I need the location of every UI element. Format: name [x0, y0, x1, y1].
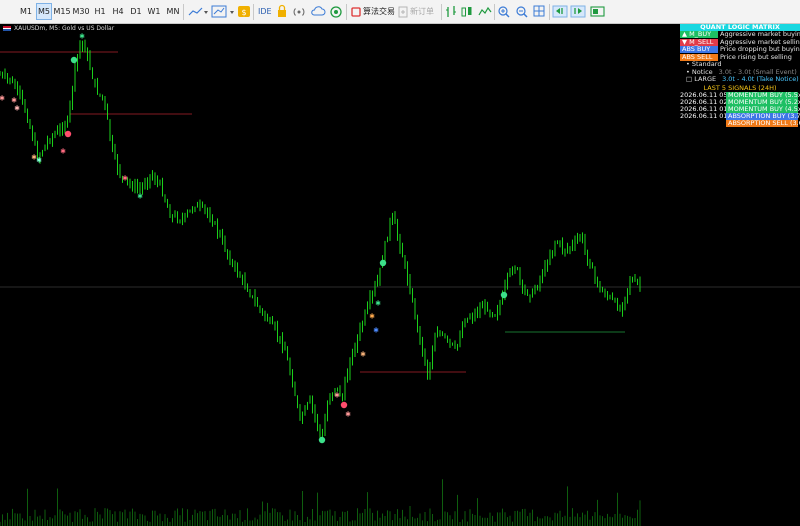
- bar-chart-icon[interactable]: [444, 3, 458, 20]
- toolbar-separator: [253, 4, 254, 20]
- signal-marker-cross: ✱: [122, 175, 128, 183]
- auto-scroll-icon[interactable]: [552, 3, 568, 20]
- timeframe-h4-button[interactable]: H4: [110, 3, 126, 20]
- signal-marker-cross: ✱: [373, 327, 379, 335]
- signal-marker-cross: ✱: [360, 351, 366, 359]
- signal-broadcast-icon[interactable]: [292, 3, 306, 20]
- chart-symbol-label: XAUUSDm, M5: Gold vs US Dollar: [3, 25, 114, 32]
- size-range: 3.0t - 4.0t (Take Notice): [722, 75, 799, 83]
- lock-icon[interactable]: [275, 3, 289, 20]
- legend-row: ABS SELL Price rising but selling: [680, 53, 800, 62]
- signal-marker-cross: ✱: [11, 97, 17, 105]
- symbol-text: XAUUSDm, M5: Gold vs US Dollar: [14, 25, 115, 32]
- algo-trading-stop-icon[interactable]: [350, 3, 362, 20]
- chart-type-line-icon[interactable]: [187, 3, 209, 20]
- signals-dollar-icon[interactable]: $: [237, 3, 251, 20]
- trading-terminal: M1 M5 M15 M30 H1 H4 D1 W1 MN $ IDE 算法交易 …: [0, 0, 800, 526]
- signal-marker-cross: ✱: [79, 33, 85, 41]
- size-name: □ LARGE: [686, 75, 717, 83]
- legend-tag: ABS SELL: [680, 53, 718, 61]
- toolbar-separator: [549, 4, 550, 20]
- legend-tag: ABS BUY: [680, 46, 718, 53]
- line-chart-icon[interactable]: [477, 3, 493, 20]
- legend-row: ▲ M_BUY Aggressive market buying: [680, 31, 800, 39]
- size-row: □ LARGE 3.0t - 4.0t (Take Notice): [680, 75, 800, 84]
- signal-label: ABSORPTION SELL (3.6x): [726, 119, 800, 127]
- template-icon[interactable]: [210, 3, 236, 20]
- signal-marker-dot: [70, 56, 78, 64]
- timeframe-m1-button[interactable]: M1: [17, 3, 35, 20]
- timeframe-h1-button[interactable]: H1: [92, 3, 108, 20]
- signal-marker-dot: [379, 259, 387, 267]
- algo-trading-button[interactable]: 算法交易: [363, 3, 395, 20]
- chart-toolbar: M1 M5 M15 M30 H1 H4 D1 W1 MN $ IDE 算法交易 …: [0, 0, 800, 24]
- size-legend: • Standard • Notice 3.0t - 3.0t (Small Eve…: [680, 60, 800, 84]
- signal-marker-cross: ✱: [369, 313, 375, 321]
- signal-marker-dot: [64, 130, 72, 138]
- vps-icon[interactable]: [329, 3, 343, 20]
- toolbar-separator: [346, 4, 347, 20]
- toolbar-separator: [183, 4, 184, 20]
- toolbar-separator: [494, 4, 495, 20]
- screenshot-icon[interactable]: [590, 3, 606, 20]
- panel-title: QUANT LOGIC MATRIX: [680, 24, 800, 31]
- new-order-icon[interactable]: [397, 3, 409, 20]
- timeframe-m30-button[interactable]: M30: [72, 3, 90, 20]
- ide-button[interactable]: IDE: [258, 3, 272, 20]
- zoom-in-icon[interactable]: [497, 3, 511, 20]
- toolbar-separator: [441, 4, 442, 20]
- svg-text:$: $: [241, 8, 246, 17]
- signal-marker-cross: ✱: [137, 193, 143, 201]
- signal-marker-cross: ✱: [60, 148, 66, 156]
- legend-list: ▲ M_BUY Aggressive market buying ▼ M_SELL A…: [680, 31, 800, 61]
- signal-marker-cross: ✱: [334, 392, 340, 400]
- timeframe-m15-button[interactable]: M15: [53, 3, 71, 20]
- timeframe-w1-button[interactable]: W1: [146, 3, 162, 20]
- signal-marker-cross: ✱: [14, 105, 20, 113]
- grid-icon[interactable]: [532, 3, 546, 20]
- signal-marker-dot: [318, 436, 326, 444]
- signal-marker-cross: ✱: [0, 95, 5, 103]
- timeframe-d1-button[interactable]: D1: [128, 3, 144, 20]
- cloud-icon[interactable]: [310, 3, 326, 20]
- legend-description: Price rising but selling: [720, 53, 792, 61]
- signal-row: ABSORPTION SELL (3.6x): [680, 120, 800, 127]
- candlestick-icon[interactable]: [460, 3, 474, 20]
- legend-row: ABS BUY Price dropping but buying: [680, 46, 800, 54]
- signal-marker-cross: ✱: [345, 411, 351, 419]
- signal-marker-cross: ✱: [36, 157, 42, 165]
- signal-marker-dot: [340, 401, 348, 409]
- timeframe-mn-button[interactable]: MN: [164, 3, 182, 20]
- signals-list: 2026.06.11 05:...MOMENTUM BUY (5.5x) 2026…: [680, 92, 800, 127]
- us-flag-icon: [3, 26, 11, 31]
- timeframe-m5-button[interactable]: M5: [36, 3, 52, 20]
- legend-description: Aggressive market selling: [720, 38, 800, 46]
- quant-logic-matrix-panel: QUANT LOGIC MATRIX ▲ M_BUY Aggressive mar…: [680, 24, 800, 127]
- legend-tag: ▼ M_SELL: [680, 38, 718, 46]
- legend-description: Price dropping but buying: [720, 46, 800, 53]
- chart-shift-icon[interactable]: [570, 3, 586, 20]
- signal-time: 2026.06.11 01:...: [680, 112, 736, 120]
- new-order-button[interactable]: 新订单: [410, 3, 434, 20]
- signal-marker-dot: [500, 291, 508, 299]
- legend-description: Aggressive market buying: [720, 31, 800, 38]
- signal-marker-cross: ✱: [375, 300, 381, 308]
- legend-tag: ▲ M_BUY: [680, 31, 718, 38]
- legend-row: ▼ M_SELL Aggressive market selling: [680, 38, 800, 47]
- zoom-out-icon[interactable]: [515, 3, 529, 20]
